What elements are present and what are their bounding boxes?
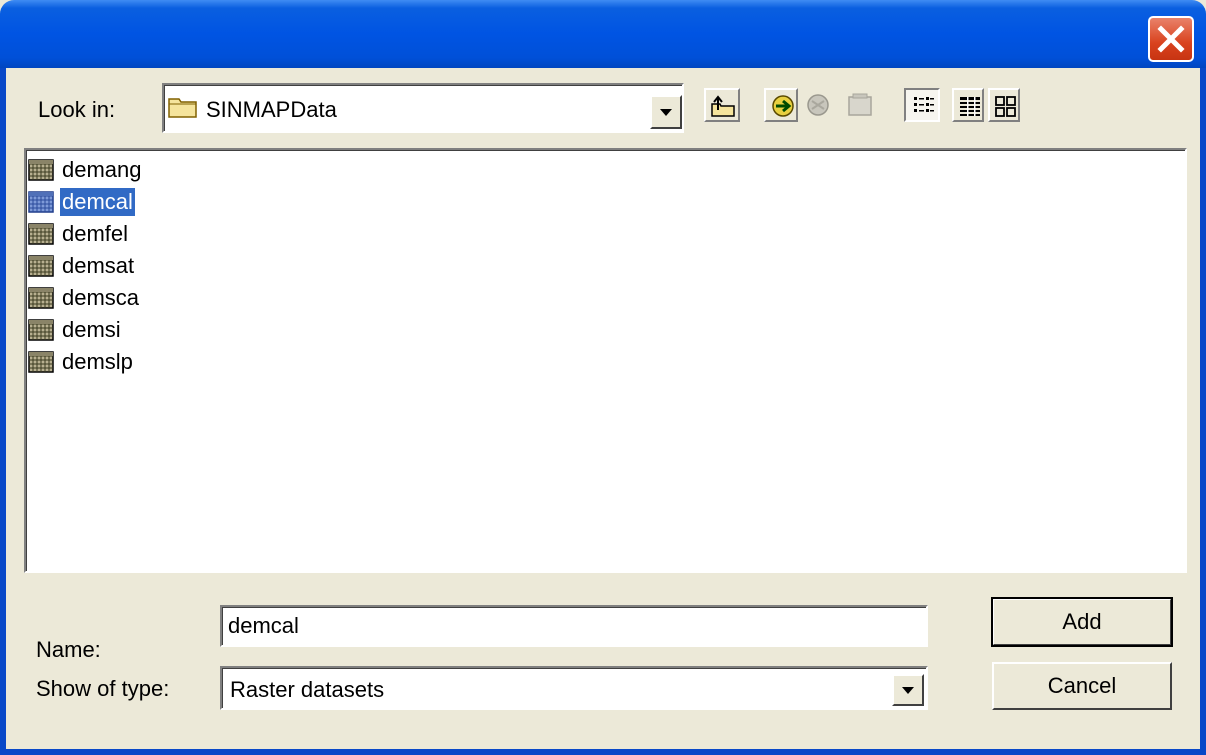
up-folder-icon xyxy=(711,95,735,117)
cancel-button[interactable]: Cancel xyxy=(992,662,1172,710)
raster-dataset-icon xyxy=(28,191,54,213)
name-input[interactable] xyxy=(220,605,928,647)
file-name: demslp xyxy=(62,349,133,374)
raster-dataset-icon xyxy=(28,223,54,245)
folder-icon xyxy=(168,98,197,118)
look-in-value: SINMAPData xyxy=(206,97,337,122)
file-name: demfel xyxy=(62,221,129,246)
thumbnails-view-icon xyxy=(995,96,1016,117)
disconnect-folder-icon xyxy=(807,94,829,116)
file-name: demsat xyxy=(62,253,135,278)
disconnect-folder-button[interactable] xyxy=(800,88,834,122)
look-in-label: Look in: xyxy=(38,97,116,122)
catalog-icon xyxy=(848,93,872,116)
look-in-combo[interactable]: SINMAPData xyxy=(162,83,684,133)
type-dropdown-button[interactable] xyxy=(892,674,924,706)
list-view-button[interactable] xyxy=(904,88,940,122)
window-frame-bottom xyxy=(0,749,1206,755)
list-view-icon xyxy=(914,97,934,112)
window-frame-right xyxy=(1200,68,1206,755)
connect-folder-button[interactable] xyxy=(764,88,798,122)
type-label: Show of type: xyxy=(36,676,170,701)
details-view-button[interactable] xyxy=(952,88,984,122)
file-name: demsca xyxy=(62,285,140,310)
file-list[interactable]: demang demcal demfel demsat demsca demsi… xyxy=(24,148,1187,573)
thumbnails-view-button[interactable] xyxy=(988,88,1020,122)
raster-dataset-icon xyxy=(28,351,54,373)
raster-dataset-icon xyxy=(28,159,54,181)
title-bar[interactable] xyxy=(0,0,1206,68)
details-view-icon xyxy=(960,97,980,116)
close-icon xyxy=(1157,25,1185,53)
window-frame-left xyxy=(0,68,6,755)
type-select-value: Raster datasets xyxy=(230,677,385,702)
look-in-dropdown-button[interactable] xyxy=(650,95,682,129)
raster-dataset-icon xyxy=(28,287,54,309)
catalog-button[interactable] xyxy=(842,88,878,122)
chevron-down-icon xyxy=(660,109,672,116)
file-name: demcal xyxy=(59,187,136,217)
raster-dataset-icon xyxy=(28,255,54,277)
file-name: demang xyxy=(62,157,142,182)
name-label: Name: xyxy=(36,637,101,662)
add-button[interactable]: Add xyxy=(991,597,1173,647)
close-button[interactable] xyxy=(1148,16,1194,62)
up-one-level-button[interactable] xyxy=(704,88,740,122)
type-select[interactable]: Raster datasets xyxy=(220,666,928,710)
file-name: demsi xyxy=(62,317,121,342)
chevron-down-icon xyxy=(902,687,914,694)
raster-dataset-icon xyxy=(28,319,54,341)
connect-folder-icon xyxy=(772,95,794,117)
